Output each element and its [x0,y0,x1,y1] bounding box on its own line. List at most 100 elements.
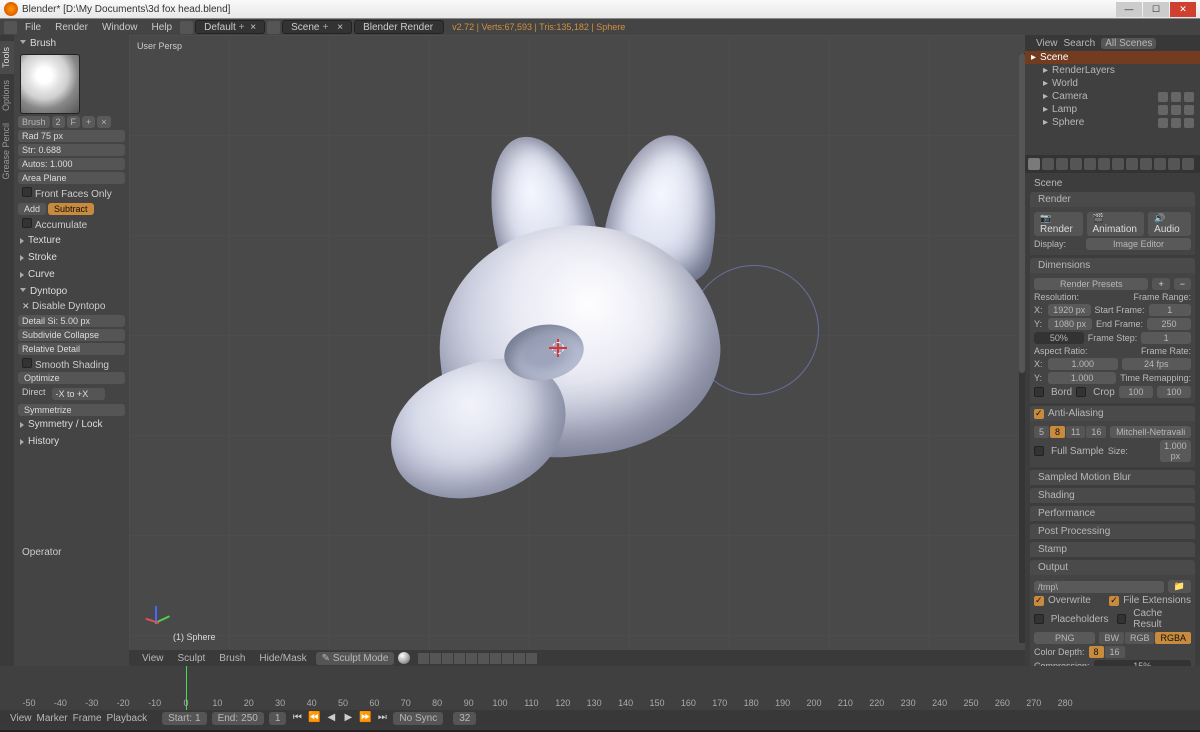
info-editor-icon[interactable] [4,21,17,34]
direction-subtract[interactable]: Subtract [48,203,94,215]
tl-start[interactable]: Start:1 [162,712,206,725]
play-icon[interactable]: ▶ [342,712,354,724]
framerate[interactable]: 24 fps [1122,358,1192,370]
3dview-menu-hidemask[interactable]: Hide/Mask [254,653,311,664]
menu-help[interactable]: Help [146,22,179,33]
brush-remove[interactable]: × [97,116,110,128]
3dview-menu-view[interactable]: View [137,653,169,664]
jump-end-icon[interactable]: ⏭ [376,712,388,724]
aa-11[interactable]: 11 [1066,426,1085,438]
brush-name[interactable]: Brush [18,116,50,128]
tl-menu-playback[interactable]: Playback [107,713,148,724]
maximize-button[interactable]: ☐ [1143,2,1169,17]
disable-dyntopo[interactable]: ✕ Disable Dyntopo [18,300,125,313]
front-faces-check[interactable]: Front Faces Only [18,186,125,201]
screen-layout-icon[interactable] [180,21,193,34]
panel-header[interactable]: Performance [1030,506,1195,521]
output-panel-header[interactable]: Output [1030,560,1195,575]
delete-screen-button[interactable]: × [250,22,256,33]
cache-check[interactable] [1117,614,1127,624]
outliner-row[interactable]: ▸Camera [1025,90,1200,103]
3dview-menu-brush[interactable]: Brush [214,653,250,664]
overwrite-check[interactable] [1034,596,1044,606]
tab-grease-pencil[interactable]: Grease Pencil [0,117,14,186]
add-scene-button[interactable]: + [319,22,331,33]
stroke-panel-header[interactable]: Stroke [18,249,125,266]
play-reverse-icon[interactable]: ◀ [325,712,337,724]
outliner-row[interactable]: ▸World [1025,77,1200,90]
selectable-icon[interactable] [1171,92,1181,102]
texture-panel-header[interactable]: Texture [18,232,125,249]
file-ext-check[interactable] [1109,596,1119,606]
renderable-icon[interactable] [1184,92,1194,102]
menu-file[interactable]: File [19,22,47,33]
frame-step[interactable]: 1 [1141,332,1191,344]
prop-tab-render[interactable] [1028,158,1040,170]
outliner-row[interactable]: ▸RenderLayers [1025,64,1200,77]
sync-mode[interactable]: No Sync [393,712,443,725]
render-button[interactable]: 📷 Render [1034,212,1083,236]
placeholders-check[interactable] [1034,614,1044,624]
prop-tab-particles[interactable] [1168,158,1180,170]
minimize-button[interactable]: — [1116,2,1142,17]
outliner-row[interactable]: ▸Sphere [1025,116,1200,129]
brush-panel-header[interactable]: Brush [18,35,125,52]
render-presets[interactable]: Render Presets [1034,278,1148,290]
full-sample-check[interactable] [1034,446,1044,456]
panel-header[interactable]: Sampled Motion Blur [1030,470,1195,485]
next-keyframe-icon[interactable]: ⏩ [359,712,371,724]
shading-mode-icon[interactable] [398,652,410,664]
optimize-button[interactable]: Optimize [18,372,125,384]
outliner-row[interactable]: ▸Lamp [1025,103,1200,116]
crop-check[interactable] [1076,387,1086,397]
tl-end[interactable]: End:250 [212,712,264,725]
symmetry-panel-header[interactable]: Symmetry / Lock [18,416,125,433]
prop-tab-scene[interactable] [1056,158,1068,170]
visibility-icon[interactable] [1158,118,1168,128]
accumulate-check[interactable]: Accumulate [18,217,125,232]
border-check[interactable] [1034,387,1044,397]
tl-menu-frame[interactable]: Frame [73,713,102,724]
brush-preview[interactable] [20,54,80,114]
output-path[interactable]: /tmp\ [1034,581,1164,593]
outliner-row[interactable]: ▸Scene [1025,51,1200,64]
tl-menu-marker[interactable]: Marker [37,713,68,724]
display-mode-dropdown[interactable]: Image Editor [1086,238,1191,250]
smooth-shading-check[interactable]: Smooth Shading [18,357,125,372]
prop-tab-physics[interactable] [1182,158,1194,170]
res-percent[interactable]: 50% [1034,332,1084,344]
frame-end[interactable]: 250 [1147,318,1191,330]
remap-new[interactable]: 100 [1157,386,1191,398]
depth-8[interactable]: 8 [1089,646,1104,658]
dyntopo-detail[interactable]: Detail Si: 5.00 px [18,315,125,327]
3dview-menu-sculpt[interactable]: Sculpt [173,653,211,664]
dyntopo-relative[interactable]: Relative Detail [18,343,125,355]
dyntopo-direction[interactable]: -X to +X [52,388,106,400]
prop-tab-object[interactable] [1084,158,1096,170]
renderable-icon[interactable] [1184,105,1194,115]
prop-tab-renderlayers[interactable] [1042,158,1054,170]
tl-count[interactable]: 32 [453,712,476,725]
depth-16[interactable]: 16 [1105,646,1125,658]
remap-old[interactable]: 100 [1119,386,1153,398]
3d-viewport[interactable]: User Persp (1) Sphere View Sculpt Brush … [129,35,1025,666]
panel-header[interactable]: Post Processing [1030,524,1195,539]
timeline-ruler[interactable]: -50-40-30-20-100102030405060708090100110… [0,666,1200,710]
jump-start-icon[interactable]: ⏮ [291,712,303,724]
aa-16[interactable]: 16 [1086,426,1106,438]
prop-tab-modifiers[interactable] [1112,158,1124,170]
aa-panel-header[interactable]: Anti-Aliasing [1030,406,1195,421]
layer-buttons[interactable] [418,653,537,664]
color-rgb[interactable]: RGB [1125,632,1155,644]
curve-panel-header[interactable]: Curve [18,266,125,283]
tl-menu-view[interactable]: View [10,713,32,724]
aspect-x[interactable]: 1.000 [1048,358,1118,370]
screen-layout-dropdown[interactable]: Default+× [195,20,265,34]
render-panel-header[interactable]: Render [1030,192,1195,207]
menu-window[interactable]: Window [96,22,144,33]
scene-icon[interactable] [267,21,280,34]
tl-current[interactable]: 1 [269,712,287,725]
dyntopo-subdivide[interactable]: Subdivide Collapse [18,329,125,341]
res-y[interactable]: 1080 px [1048,318,1092,330]
prop-tab-data[interactable] [1126,158,1138,170]
